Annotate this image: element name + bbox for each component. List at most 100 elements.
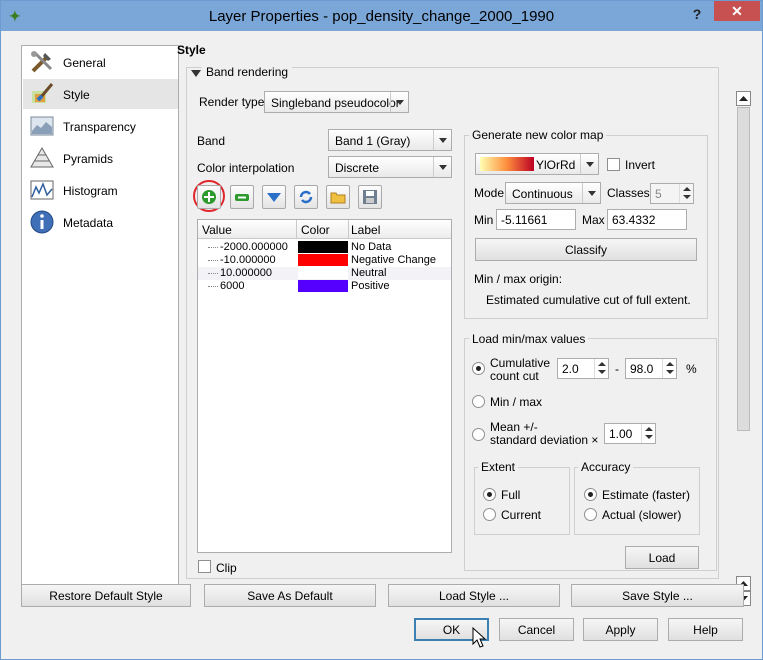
invert-checkbox[interactable]	[607, 158, 620, 171]
vertical-scrollbar[interactable]	[736, 91, 752, 607]
load-button[interactable]: Load	[625, 546, 699, 569]
band-rendering-caption: Band rendering	[202, 65, 293, 79]
color-swatch[interactable]	[298, 280, 348, 292]
accuracy-title: Accuracy	[578, 460, 634, 474]
cumulative-high-value: 98.0	[630, 362, 654, 376]
chevron-down-icon	[580, 154, 598, 174]
restore-default-style-button[interactable]: Restore Default Style	[21, 584, 191, 607]
load-from-band-button[interactable]	[294, 185, 318, 209]
cumulative-low-spinbox[interactable]: 2.0	[557, 358, 609, 379]
title-bar: ✦ Layer Properties - pop_density_change_…	[1, 1, 762, 31]
row-label: No Data	[351, 241, 392, 253]
sidebar-item-pyramids[interactable]: Pyramids	[23, 143, 178, 173]
sidebar-item-metadata[interactable]: Metadata	[23, 207, 178, 237]
accuracy-actual-radio[interactable]	[584, 508, 597, 521]
spin-arrows-icon[interactable]	[641, 424, 655, 443]
color-swatch[interactable]	[298, 254, 348, 266]
sidebar-item-label: Transparency	[63, 120, 136, 134]
chevron-down-icon	[433, 157, 451, 177]
render-type-select[interactable]: Singleband pseudocolor	[264, 91, 409, 113]
sidebar-item-label: Metadata	[63, 216, 114, 230]
color-ramp-name: YlOrRd	[536, 158, 576, 172]
save-disk-icon	[363, 190, 377, 204]
mouse-cursor-icon	[472, 627, 487, 648]
color-ramp-select[interactable]: YlOrRd	[475, 153, 599, 175]
spin-arrows-icon[interactable]	[662, 359, 676, 378]
render-type-value: Singleband pseudocolor	[271, 96, 400, 110]
remove-entry-button[interactable]	[230, 185, 254, 209]
help-title-button[interactable]: ?	[686, 4, 708, 24]
load-style-button[interactable]: Load Style ...	[388, 584, 560, 607]
chevron-down-icon	[433, 130, 451, 150]
save-style-button[interactable]: Save Style ...	[571, 584, 744, 607]
mode-select[interactable]: Continuous	[505, 182, 601, 204]
stddev-value: 1.00	[609, 427, 633, 441]
close-button[interactable]: ✕	[714, 1, 760, 21]
column-header-color[interactable]: Color	[301, 223, 330, 237]
extent-current-radio[interactable]	[483, 508, 496, 521]
stddev-spinbox[interactable]: 1.00	[604, 423, 656, 444]
color-entries-table[interactable]: Value Color Label -2000.000000 No Data -…	[197, 219, 452, 553]
column-header-value[interactable]: Value	[202, 223, 232, 237]
collapse-triangle-icon[interactable]	[191, 70, 201, 77]
band-select[interactable]: Band 1 (Gray)	[328, 129, 452, 151]
extent-title: Extent	[478, 460, 519, 474]
minmax-label: Min / max	[490, 395, 543, 409]
row-value: 10.000000	[220, 267, 272, 279]
classes-label: Classes	[607, 186, 650, 200]
minmax-origin-text: Estimated cumulative cut of full extent.	[486, 293, 691, 307]
table-row[interactable]: 10.000000 Neutral	[198, 267, 451, 280]
help-button[interactable]: Help	[668, 618, 743, 641]
spin-arrows-icon[interactable]	[594, 359, 608, 378]
table-row[interactable]: -2000.000000 No Data	[198, 241, 451, 254]
sidebar-item-general[interactable]: General	[23, 47, 178, 77]
section-title: Style	[177, 43, 206, 57]
classes-spinbox: 5	[650, 183, 694, 204]
accuracy-estimate-radio[interactable]	[584, 488, 597, 501]
minmax-radio[interactable]	[472, 395, 485, 408]
load-from-file-button[interactable]	[326, 185, 350, 209]
meanstd-radio[interactable]	[472, 428, 485, 441]
max-label: Max	[582, 213, 605, 227]
save-as-default-button[interactable]: Save As Default	[204, 584, 376, 607]
classes-value: 5	[655, 187, 662, 201]
pyramids-icon	[30, 147, 54, 168]
sidebar-item-label: Style	[63, 88, 90, 102]
sidebar-nav: General Style Transparency Pyramids Hist…	[21, 45, 179, 585]
max-input[interactable]: 63.4332	[607, 209, 687, 230]
info-icon	[30, 210, 54, 234]
color-ramp-preview	[480, 157, 534, 171]
table-row[interactable]: 6000 Positive	[198, 280, 451, 293]
classify-button[interactable]: Classify	[475, 238, 697, 261]
clip-label: Clip	[216, 561, 237, 575]
mode-value: Continuous	[512, 187, 573, 201]
clip-checkbox[interactable]	[198, 560, 211, 573]
mode-label: Mode	[474, 186, 505, 200]
min-input[interactable]: -5.11661	[496, 209, 576, 230]
add-entry-button[interactable]	[197, 185, 221, 209]
invert-label: Invert	[625, 158, 656, 172]
apply-button[interactable]: Apply	[583, 618, 658, 641]
dialog-content: General Style Transparency Pyramids Hist…	[9, 31, 756, 653]
scroll-up-arrow-icon[interactable]	[736, 91, 751, 106]
sidebar-item-transparency[interactable]: Transparency	[23, 111, 178, 141]
color-swatch[interactable]	[298, 241, 348, 253]
range-dash: -	[615, 362, 619, 376]
cumulative-label: Cumulative count cut	[490, 356, 551, 383]
extent-full-radio[interactable]	[483, 488, 496, 501]
sort-button[interactable]	[262, 185, 286, 209]
extent-current-label: Current	[501, 508, 542, 522]
sidebar-item-histogram[interactable]: Histogram	[23, 175, 178, 205]
sidebar-item-style[interactable]: Style	[23, 79, 178, 109]
color-swatch[interactable]	[298, 267, 348, 279]
cancel-button[interactable]: Cancel	[499, 618, 574, 641]
scroll-thumb[interactable]	[737, 107, 750, 431]
cumulative-high-spinbox[interactable]: 98.0	[625, 358, 677, 379]
interpolation-select[interactable]: Discrete	[328, 156, 452, 178]
cumulative-radio[interactable]	[472, 362, 485, 375]
layer-properties-window: ✦ Layer Properties - pop_density_change_…	[0, 0, 763, 660]
column-header-label[interactable]: Label	[351, 223, 380, 237]
table-row[interactable]: -10.000000 Negative Change	[198, 254, 451, 267]
row-value: -2000.000000	[220, 241, 288, 253]
export-to-file-button[interactable]	[358, 185, 382, 209]
